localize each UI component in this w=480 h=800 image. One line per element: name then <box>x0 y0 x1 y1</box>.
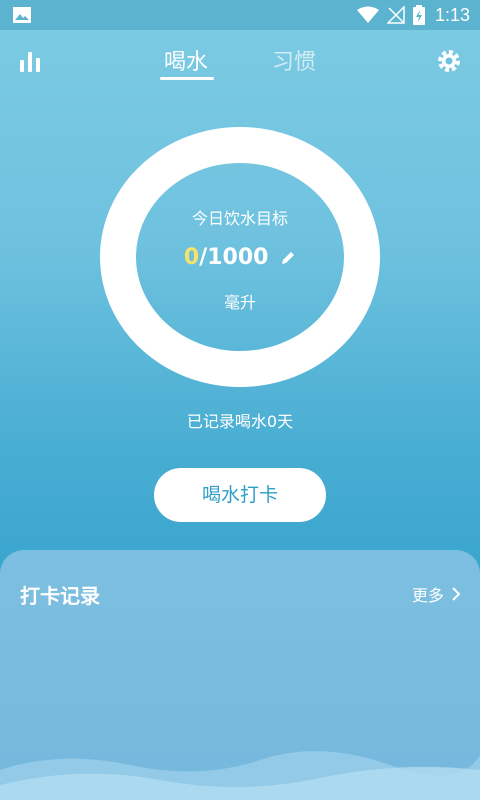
wifi-icon <box>356 6 379 23</box>
goal-panel: 今日饮水目标 0/1000 毫升 <box>100 127 380 387</box>
more-label: 更多 <box>411 586 444 605</box>
image-icon <box>13 7 31 23</box>
tab-water[interactable]: 喝水 <box>164 44 208 76</box>
checkin-button[interactable]: 喝水打卡 <box>154 468 326 522</box>
battery-charging-icon <box>412 5 425 25</box>
more-link[interactable]: 更多 <box>412 582 462 606</box>
active-tab-indicator <box>160 77 214 80</box>
status-time: 1:13 <box>434 4 470 25</box>
goal-target-amount: 1000 <box>207 245 269 270</box>
edit-icon[interactable] <box>280 250 296 266</box>
goal-value: 0/1000 <box>100 245 380 270</box>
goal-unit: 毫升 <box>223 293 256 312</box>
stats-icon[interactable] <box>18 48 44 74</box>
settings-icon[interactable] <box>436 48 462 74</box>
records-panel: 打卡记录 更多 <box>0 550 480 800</box>
tab-habit[interactable]: 习惯 <box>272 44 316 76</box>
goal-current-amount: 0 <box>183 245 200 270</box>
status-bar: 1:13 <box>0 0 480 30</box>
chevron-right-icon <box>452 587 461 601</box>
goal-separator: / <box>199 245 208 270</box>
record-days-text: 已记录喝水0天 <box>186 412 294 431</box>
no-signal-icon <box>386 6 405 24</box>
header: 喝水 习惯 <box>0 30 480 90</box>
records-title: 打卡记录 <box>20 584 100 608</box>
goal-title: 今日饮水目标 <box>191 209 288 228</box>
wave-decoration <box>0 751 480 800</box>
